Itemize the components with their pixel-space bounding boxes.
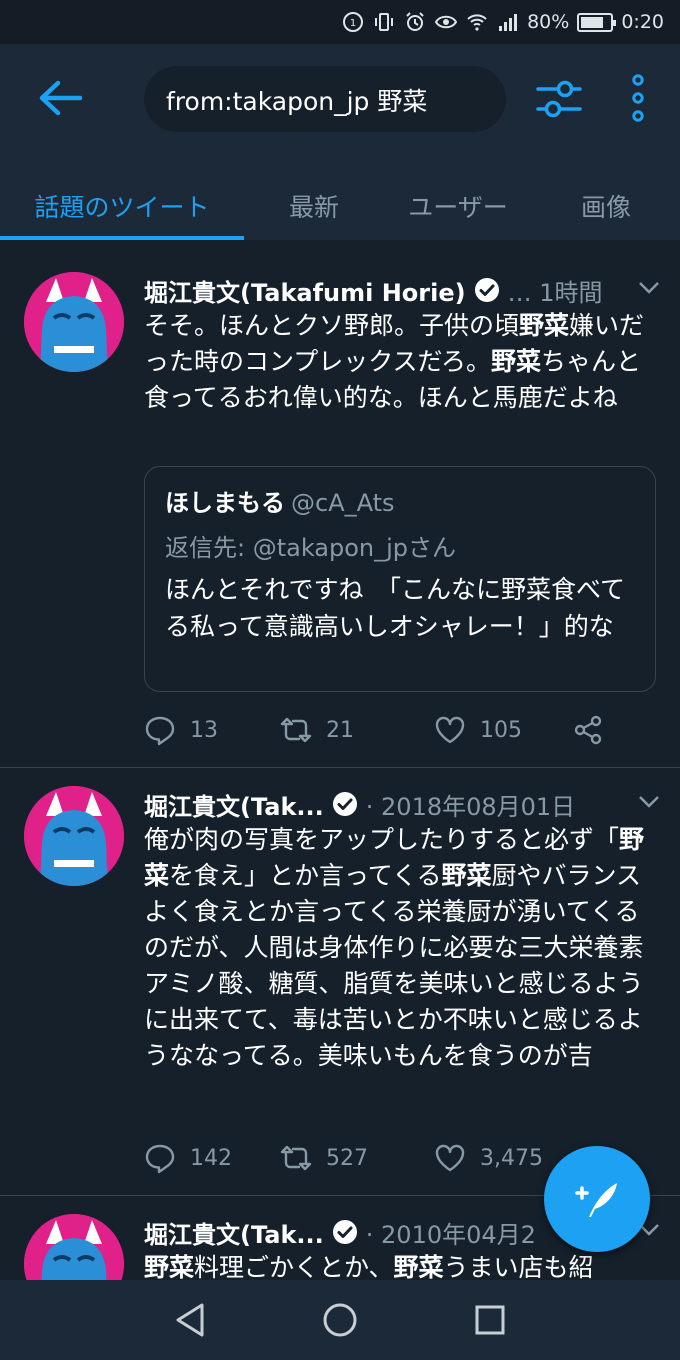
highlight-term: 野菜 <box>519 311 570 340</box>
battery-level <box>581 16 604 28</box>
battery-percent: 80% <box>527 11 570 33</box>
tab-latest[interactable]: 最新 <box>244 172 384 240</box>
text-segment: そそ。ほんとクソ野郎。子供の頃 <box>144 311 520 340</box>
retweet-count: 21 <box>326 717 354 743</box>
avatar-image <box>24 786 124 886</box>
tweet-header: 堀江貴文(Takafumi Horie) … 1時間 <box>144 272 660 308</box>
clock: 0:20 <box>621 11 664 33</box>
reply-to-label: 返信先: @takapon_jpさん <box>165 534 457 562</box>
wifi-icon <box>467 14 487 31</box>
highlight-term: 野菜 <box>393 1253 444 1280</box>
search-filter-icon[interactable] <box>536 78 582 120</box>
status-bar: 1 80% 0:20 <box>0 0 680 44</box>
avatar-image <box>24 272 124 372</box>
retweet-icon <box>280 717 312 743</box>
eye-icon <box>435 15 458 29</box>
author-name[interactable]: 堀江貴文(Tak... <box>144 1215 324 1250</box>
tweet-actions: 13 21 105 <box>144 710 624 750</box>
reply-count: 13 <box>190 717 218 743</box>
verified-badge-icon <box>332 1220 357 1244</box>
vibrate-icon <box>375 13 394 31</box>
reply-count: 142 <box>190 1145 232 1171</box>
verified-badge-icon <box>332 792 357 816</box>
reply-button[interactable]: 13 <box>144 714 280 746</box>
quoted-text: ほんとそれですね 「こんなに野菜食べてる私って意識高いしオシャレー！」的な <box>165 575 626 641</box>
highlight-term: 野菜 <box>491 347 542 376</box>
like-button[interactable]: 105 <box>434 714 572 746</box>
retweet-button[interactable]: 527 <box>280 1142 434 1174</box>
highlight-term: 野菜 <box>144 1253 195 1280</box>
text-segment: 俺が肉の写真をアップしたりすると必ず「 <box>144 825 620 854</box>
like-button[interactable]: 3,475 <box>434 1142 572 1174</box>
data-saver-icon: 1 <box>343 12 364 32</box>
share-icon <box>574 715 602 745</box>
tweet[interactable]: 堀江貴文(Takafumi Horie) … 1時間 そそ。ほんとクソ野郎。子供… <box>0 254 680 768</box>
tweet-timestamp: · 2010年04月2 <box>365 1220 536 1249</box>
like-count: 105 <box>480 717 522 743</box>
tweet-text: 野菜料理ごかくとか、野菜うまい店も紹 <box>144 1250 660 1280</box>
nav-back-icon[interactable] <box>170 1300 210 1340</box>
avatar-image <box>24 1214 124 1280</box>
text-segment: を食え」とか言ってくる <box>169 861 442 890</box>
system-navigation-bar <box>0 1280 680 1360</box>
nav-recents-icon[interactable] <box>470 1300 510 1340</box>
reply-button[interactable]: 142 <box>144 1142 280 1174</box>
tab-top-tweets[interactable]: 話題のツイート <box>0 172 244 240</box>
tweet-timestamp: · 2018年08月01日 <box>365 792 576 821</box>
nav-home-icon[interactable] <box>320 1300 360 1340</box>
compose-tweet-button[interactable] <box>544 1146 650 1252</box>
search-header: from:takapon_jp 野菜 話題のツイート 最新 ユーザー 画像 <box>0 44 680 240</box>
tweet-timestamp: … 1時間 <box>507 278 603 307</box>
search-input[interactable]: from:takapon_jp 野菜 <box>144 66 506 132</box>
author-name[interactable]: 堀江貴文(Tak... <box>144 787 324 822</box>
verified-badge-icon <box>474 278 499 302</box>
heart-icon <box>435 1144 465 1172</box>
svg-text:1: 1 <box>350 18 356 29</box>
heart-icon <box>435 716 465 744</box>
avatar[interactable] <box>24 786 124 886</box>
tweet-feed[interactable]: 堀江貴文(Takafumi Horie) … 1時間 そそ。ほんとクソ野郎。子供… <box>0 254 680 1280</box>
reply-icon <box>145 1144 175 1174</box>
text-segment: 料理ごかくとか、 <box>194 1253 394 1280</box>
quoted-author-handle: @cA_Ats <box>291 489 395 517</box>
tab-users[interactable]: ユーザー <box>384 172 532 240</box>
back-arrow-icon[interactable] <box>36 78 84 118</box>
alarm-icon <box>406 12 424 31</box>
chevron-down-icon[interactable] <box>638 794 660 810</box>
tweet-text: 俺が肉の写真をアップしたりすると必ず「野菜を食え」とか言ってくる野菜厨やバランス… <box>144 822 660 1074</box>
text-segment: 厨やバランスよく食えとか言ってくる栄養厨が湧いてくるのだが、人間は身体作りに必要… <box>144 861 644 1070</box>
compose-quill-icon <box>575 1183 617 1217</box>
text-segment: うまい店も紹 <box>443 1253 594 1280</box>
search-tabs: 話題のツイート 最新 ユーザー 画像 <box>0 172 680 240</box>
more-options-icon[interactable] <box>626 74 650 122</box>
retweet-icon <box>280 1145 312 1171</box>
signal-icon <box>499 14 518 31</box>
tweet-text: そそ。ほんとクソ野郎。子供の頃野菜嫌いだった時のコンプレックスだろ。野菜ちゃんと… <box>144 308 660 416</box>
chevron-down-icon[interactable] <box>638 280 660 296</box>
author-name[interactable]: 堀江貴文(Takafumi Horie) <box>144 273 466 308</box>
reply-icon <box>145 716 175 746</box>
avatar[interactable] <box>24 272 124 372</box>
tweet[interactable]: 堀江貴文(Tak... · 2018年08月01日 俺が肉の写真をアップしたりす… <box>0 768 680 1196</box>
avatar[interactable] <box>24 1214 124 1280</box>
tab-images[interactable]: 画像 <box>532 172 680 240</box>
battery-icon <box>577 12 617 32</box>
like-count: 3,475 <box>480 1145 543 1171</box>
quoted-tweet[interactable]: ほしまもる @cA_Ats 返信先: @takapon_jpさん ほんとそれですね… <box>144 466 656 692</box>
tweet-header: 堀江貴文(Tak... · 2018年08月01日 <box>144 786 660 822</box>
retweet-button[interactable]: 21 <box>280 714 434 746</box>
share-button[interactable] <box>572 714 604 746</box>
retweet-count: 527 <box>326 1145 368 1171</box>
quoted-author-name: ほしまもる <box>165 489 285 517</box>
status-icons: 1 <box>342 11 519 33</box>
highlight-term: 野菜 <box>441 861 492 890</box>
